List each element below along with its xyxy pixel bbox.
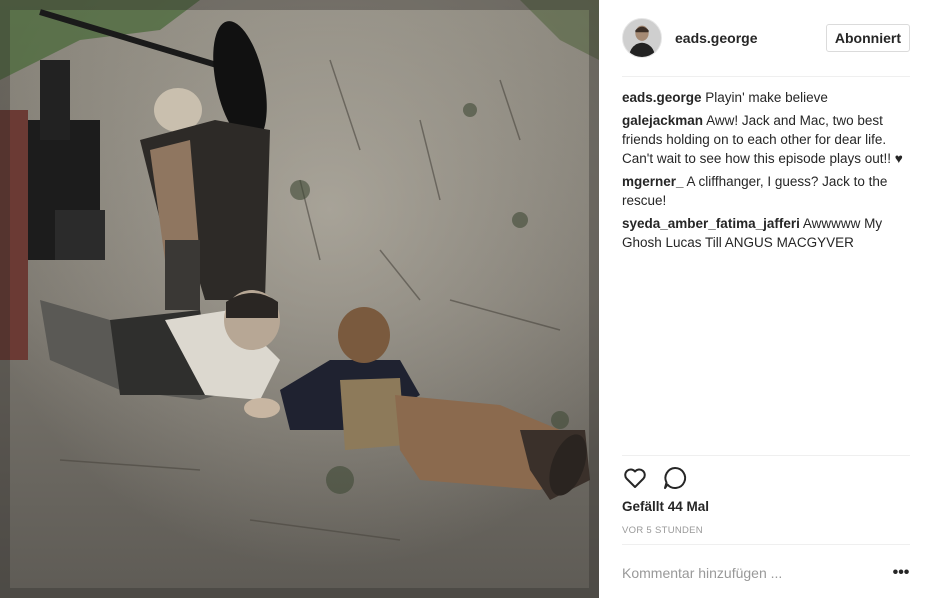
avatar[interactable] bbox=[622, 18, 662, 58]
post-header: eads.george Abonniert bbox=[622, 16, 910, 60]
header-divider bbox=[622, 76, 910, 77]
heart-icon[interactable] bbox=[622, 465, 648, 491]
comment-author[interactable]: galejackman bbox=[622, 113, 703, 128]
comment-author[interactable]: syeda_amber_fatima_jafferi bbox=[622, 216, 800, 231]
follow-button[interactable]: Abonniert bbox=[825, 24, 910, 52]
post-actions bbox=[622, 465, 910, 491]
comment-divider bbox=[622, 544, 910, 545]
actions-divider bbox=[622, 455, 910, 456]
comment-list: eads.george Playin' make believe galejac… bbox=[622, 88, 910, 256]
comment-item: syeda_amber_fatima_jafferi Awwwww My Gho… bbox=[622, 214, 910, 252]
comment-item: galejackman Aww! Jack and Mac, two best … bbox=[622, 111, 910, 168]
comment-author[interactable]: eads.george bbox=[622, 90, 702, 105]
post-photo-illustration bbox=[0, 0, 599, 598]
more-options-button[interactable]: ••• bbox=[892, 564, 910, 582]
comment-author[interactable]: mgerner_ bbox=[622, 174, 684, 189]
avatar-image bbox=[623, 19, 661, 57]
post-image[interactable] bbox=[0, 0, 599, 598]
likes-count[interactable]: Gefällt 44 Mal bbox=[622, 499, 709, 514]
post-username[interactable]: eads.george bbox=[675, 30, 826, 46]
comment-input[interactable] bbox=[622, 565, 892, 581]
comment-bar: ••• bbox=[622, 558, 910, 588]
comment-item: eads.george Playin' make believe bbox=[622, 88, 910, 107]
post-timestamp[interactable]: VOR 5 STUNDEN bbox=[622, 525, 703, 536]
comment-text: Playin' make believe bbox=[705, 90, 828, 105]
post-sidebar: eads.george Abonniert eads.george Playin… bbox=[599, 0, 933, 598]
comment-item: mgerner_ A cliffhanger, I guess? Jack to… bbox=[622, 172, 910, 210]
speech-bubble-icon[interactable] bbox=[662, 465, 688, 491]
